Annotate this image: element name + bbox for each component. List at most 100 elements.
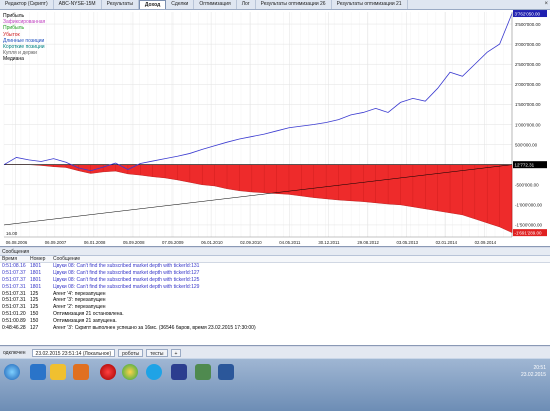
add-tab-button[interactable]: + — [170, 348, 182, 357]
document-tab-bar: Редактор (Скрипт) ABC-NYSE-15M Результаты Д… — [0, 0, 550, 10]
message-text: Цвуки 08: Can't find the subscribed mark… — [53, 276, 200, 283]
message-number: 150 — [30, 311, 39, 318]
tab-0[interactable]: Редактор (Скрипт) — [0, 0, 54, 9]
message-row[interactable]: 0:51:07.37 1801 Цвуки 08: Can't find the s… — [0, 277, 550, 284]
y-tick-label: 1'500'000.00 — [515, 102, 541, 107]
connection-status: одключен — [3, 349, 26, 356]
status-bar: одключен 23.02.2015 23:51:14 (Локальное)… — [0, 347, 550, 358]
system-tray-clock[interactable]: 20:51 23.02.2015 — [521, 365, 546, 379]
x-tick-label: 06.09.2007 — [45, 240, 67, 245]
message-time: 0:51:00.89 — [2, 318, 26, 325]
messages-panel: Сообщения Время Номер Сообщение 0:51:08.… — [0, 248, 550, 346]
folder-icon[interactable] — [50, 364, 66, 380]
y-tick-label: 3'500'000.00 — [515, 22, 541, 27]
x-tick-label: 05.09.2008 — [123, 240, 145, 245]
message-time: 0:51:08.16 — [2, 263, 26, 269]
value-flag-label: -1'691'289.00 — [515, 230, 542, 235]
chart-app-icon[interactable] — [195, 364, 211, 380]
x-tick-label: 30.12.2011 — [318, 240, 340, 245]
tab-3[interactable]: Доход — [138, 0, 167, 9]
message-number: 125 — [30, 297, 39, 304]
message-row[interactable]: 0:51:00.89 150 Оптимизация 21 запущена. — [0, 318, 550, 325]
y-tick-label: -1'000'000.00 — [515, 203, 542, 208]
message-number: 150 — [30, 318, 39, 325]
message-number: 127 — [30, 325, 39, 332]
explorer-icon[interactable] — [30, 364, 46, 380]
messages-header: Время Номер Сообщение — [0, 256, 550, 263]
message-number: 125 — [30, 304, 39, 311]
local-time-field: 23.02.2015 23:51:14 (Локальное) — [31, 348, 116, 357]
x-tick-label: 04.05.2011 — [279, 240, 301, 245]
tab-6[interactable]: Лог — [237, 0, 256, 9]
message-text: Агент '3': перезапущен — [53, 297, 106, 304]
message-row[interactable]: 0:51:07.37 1801 Цвуки 08: Can't find the s… — [0, 270, 550, 277]
message-number: 1801 — [30, 276, 42, 283]
message-text: Агент '2': перезапущен — [53, 304, 106, 311]
column-number[interactable]: Номер — [28, 256, 51, 262]
message-text: Цвуки 08: Can't find the subscribed mark… — [53, 283, 200, 290]
tab-8[interactable]: Результаты оптимизации 21 — [332, 0, 408, 9]
messages-title: Сообщения — [0, 248, 550, 256]
message-row[interactable]: 0:51:07.31 125 Агент '3': перезапущен — [0, 297, 550, 304]
message-time: 0:51:07.31 — [2, 304, 26, 311]
skype-icon[interactable] — [146, 364, 162, 380]
message-time: 0:51:07.31 — [2, 297, 26, 304]
column-time[interactable]: Время — [0, 256, 28, 262]
equity-chart-panel: 3'500'000.00 3'000'000.00 2'500'000.00 2'00… — [0, 10, 550, 247]
message-time: 0:48:46.28 — [2, 325, 26, 332]
media-icon[interactable] — [73, 364, 89, 380]
message-text: Оптимизация 21 остановлена. — [53, 311, 124, 318]
message-row[interactable]: 0:51:07.31 125 Агент '2': перезапущен — [0, 304, 550, 311]
column-message[interactable]: Сообщение — [51, 256, 550, 262]
value-flag-label: 3'762'050.00 — [515, 11, 541, 16]
tab-5[interactable]: Оптимизация — [194, 0, 237, 9]
x-tick-label: 03.05.2013 — [396, 240, 418, 245]
tray-time: 20:51 — [533, 365, 546, 371]
y-tick-label: -1'500'000.00 — [515, 223, 542, 228]
tests-tab[interactable]: тесты — [146, 348, 168, 357]
tab-7[interactable]: Результаты оптимизации 26 — [256, 0, 332, 9]
message-number: 1801 — [30, 283, 42, 290]
messages-list: 0:51:08.16 1801 Цвуки 08: Can't find the s… — [0, 263, 550, 332]
message-time: 0:51:07.37 — [2, 276, 26, 283]
message-row[interactable]: 0:51:07.31 125 Агент '4': перезапущен — [0, 291, 550, 298]
chrome-icon[interactable] — [122, 364, 138, 380]
tray-date: 23.02.2015 — [520, 372, 546, 378]
trading-app-icon[interactable] — [171, 364, 187, 380]
tab-4[interactable]: Сделки — [166, 0, 195, 9]
message-time: 0:51:01.20 — [2, 311, 26, 318]
x-tick-label: 06.01.2010 — [201, 240, 223, 245]
message-text: Агент '4': перезапущен — [53, 290, 106, 297]
message-time: 0:51:07.37 — [2, 269, 26, 276]
x-tick-label: 02.09.2014 — [475, 240, 497, 245]
message-text: Цвуки 08: Can't find the subscribed mark… — [53, 269, 200, 276]
opera-icon[interactable] — [100, 364, 116, 380]
x-tick-label: 06.01.2008 — [84, 240, 106, 245]
message-row[interactable]: 0:51:01.20 150 Оптимизация 21 остановлена. — [0, 311, 550, 318]
y-tick-label: 500'000.00 — [515, 142, 538, 147]
equity-chart: 3'500'000.00 3'000'000.00 2'500'000.00 2'00… — [3, 10, 547, 245]
close-icon[interactable]: × — [544, 1, 548, 7]
x-tick-label: 02.09.2010 — [240, 240, 262, 245]
x-tick-label: 07.05.2009 — [162, 240, 184, 245]
message-number: 1801 — [30, 269, 42, 276]
message-time: 0:51:07.31 — [2, 290, 26, 297]
message-row[interactable]: 0:48:46.28 127 Агент '3': Скрипт выполнен … — [0, 325, 550, 332]
message-number: 1801 — [30, 263, 42, 269]
x-tick-label: 06.08.2006 — [6, 240, 28, 245]
message-text: Оптимизация 21 запущена. — [53, 318, 117, 325]
x-tick-label: 29.08.2012 — [357, 240, 379, 245]
message-number: 125 — [30, 290, 39, 297]
robots-tab[interactable]: роботы — [118, 348, 144, 357]
word-icon[interactable] — [218, 364, 234, 380]
message-time: 0:51:07.31 — [2, 283, 26, 290]
start-button-icon[interactable] — [4, 364, 20, 380]
message-row[interactable]: 0:51:07.31 1801 Цвуки 08: Can't find the s… — [0, 284, 550, 291]
x-tick-label: 02.01.2014 — [436, 240, 458, 245]
message-row[interactable]: 0:51:08.16 1801 Цвуки 08: Can't find the s… — [0, 263, 550, 270]
tab-1[interactable]: ABC-NYSE-15M — [54, 0, 102, 9]
y-tick-label: 2'000'000.00 — [515, 82, 541, 87]
tab-2[interactable]: Результаты — [102, 0, 139, 9]
value-flag-label: 12'772.31 — [515, 162, 535, 167]
chart-legend: Прибыль Зафиксированная Прибыль Убыток Длинн… — [3, 13, 45, 63]
